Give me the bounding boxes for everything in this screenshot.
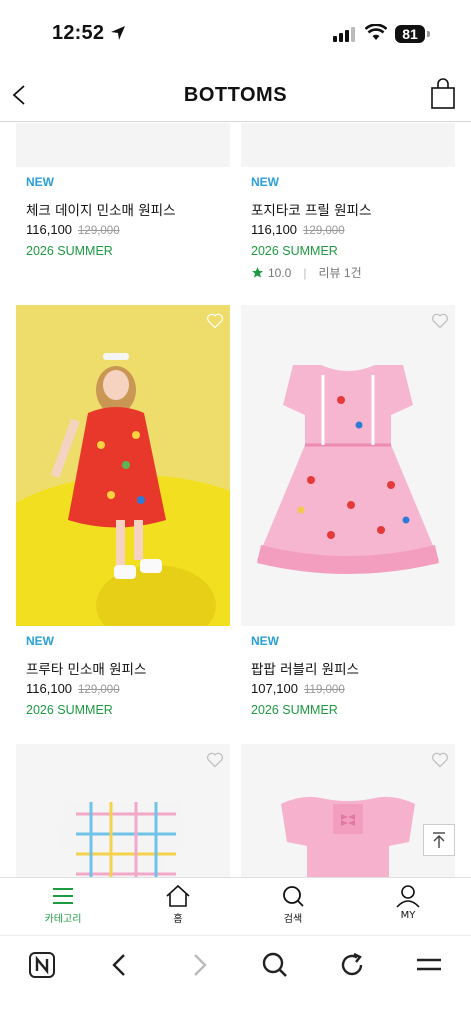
original-price: 129,000 [303, 225, 345, 237]
product-name[interactable]: 포지타코 프릴 원피스 [251, 199, 371, 219]
tab-my[interactable]: MY [368, 884, 448, 921]
status-time: 12:52 [52, 22, 105, 44]
original-price: 129,000 [78, 684, 120, 696]
product-image[interactable] [16, 744, 230, 877]
tab-category-label: 카테고리 [44, 914, 82, 925]
sale-price: 116,100 [26, 222, 73, 237]
product-name[interactable]: 프루타 민소매 원피스 [26, 658, 146, 678]
new-badge: NEW [26, 175, 54, 189]
browser-forward-icon[interactable] [182, 948, 216, 982]
star-icon [252, 267, 263, 278]
heart-icon[interactable] [206, 752, 224, 768]
tab-home-label: 홈 [173, 914, 183, 925]
browser-back-icon[interactable] [103, 948, 137, 982]
product-card[interactable] [16, 744, 230, 877]
product-photo-girl-on-yellow [16, 305, 230, 626]
search-icon [283, 886, 304, 907]
cellular-signal-icon [333, 27, 355, 42]
heart-icon[interactable] [206, 313, 224, 329]
season-label: 2026 SUMMER [26, 703, 113, 717]
reload-icon[interactable] [335, 948, 369, 982]
review-divider: | [303, 265, 307, 280]
product-price: 107,100 119,000 [251, 681, 345, 696]
review-summary[interactable]: 10.0 | 리뷰 1건 [251, 264, 362, 281]
browser-search-icon[interactable] [258, 948, 292, 982]
browser-toolbar [0, 935, 471, 1024]
battery-cap [427, 31, 430, 37]
product-card[interactable]: NEW 팝팝 러블리 원피스 107,100 119,000 2026 SUMME… [241, 305, 455, 725]
arrow-up-to-top-icon [433, 832, 445, 848]
product-image[interactable] [241, 744, 455, 877]
review-count: 리뷰 1건 [318, 266, 362, 280]
product-price: 116,100 129,000 [251, 222, 345, 237]
sale-price: 116,100 [26, 681, 73, 696]
tab-home[interactable]: 홈 [138, 884, 218, 925]
product-grid: NEW 체크 데이지 민소매 원피스 116,100 129,000 2026 S… [0, 123, 471, 877]
bottom-tab-bar: 카테고리 홈 검색 MY [0, 877, 471, 935]
rating-value: 10.0 [268, 265, 292, 280]
status-bar: 12:52 81 [0, 0, 471, 70]
tab-search-label: 검색 [283, 914, 303, 925]
product-name[interactable]: 체크 데이지 민소매 원피스 [26, 199, 176, 219]
wifi-icon [365, 24, 387, 40]
tab-my-label: MY [400, 910, 416, 921]
new-badge: NEW [251, 175, 279, 189]
product-card[interactable]: NEW 포지타코 프릴 원피스 116,100 129,000 2026 SUMM… [241, 123, 455, 293]
scroll-to-top-button[interactable] [423, 824, 455, 856]
user-icon [396, 885, 420, 908]
product-image[interactable] [16, 123, 230, 167]
product-card[interactable] [241, 744, 455, 877]
tab-category[interactable]: 카테고리 [23, 884, 103, 925]
product-photo-pink-gingham-dress [281, 796, 415, 877]
battery-icon: 81 [395, 25, 425, 43]
sale-price: 116,100 [251, 222, 298, 237]
product-price: 116,100 129,000 [26, 681, 120, 696]
shopping-bag-icon[interactable] [430, 78, 456, 110]
season-label: 2026 SUMMER [26, 244, 113, 258]
season-label: 2026 SUMMER [251, 703, 338, 717]
page-title: BOTTOMS [183, 84, 288, 106]
product-card[interactable]: NEW 프루타 민소매 원피스 116,100 129,000 2026 SUMM… [16, 305, 230, 725]
heart-icon[interactable] [431, 752, 449, 768]
tab-search[interactable]: 검색 [253, 884, 333, 925]
product-image[interactable] [241, 305, 455, 626]
original-price: 129,000 [78, 225, 120, 237]
new-badge: NEW [251, 634, 279, 648]
hamburger-menu-icon[interactable] [412, 948, 446, 982]
menu-icon [53, 888, 73, 904]
product-image[interactable] [16, 305, 230, 626]
naver-n-icon[interactable] [25, 948, 59, 982]
location-arrow-icon [111, 26, 125, 40]
home-icon [166, 884, 190, 907]
product-photo-pink-dress [257, 365, 439, 574]
product-name[interactable]: 팝팝 러블리 원피스 [251, 658, 359, 678]
heart-icon[interactable] [431, 313, 449, 329]
product-image[interactable] [241, 123, 455, 167]
product-price: 116,100 129,000 [26, 222, 120, 237]
page-header: BOTTOMS [0, 70, 471, 122]
original-price: 119,000 [304, 684, 345, 696]
product-photo-plaid-dress [60, 802, 186, 877]
new-badge: NEW [26, 634, 54, 648]
product-card[interactable]: NEW 체크 데이지 민소매 원피스 116,100 129,000 2026 S… [16, 123, 230, 293]
sale-price: 107,100 [251, 681, 298, 696]
season-label: 2026 SUMMER [251, 244, 338, 258]
